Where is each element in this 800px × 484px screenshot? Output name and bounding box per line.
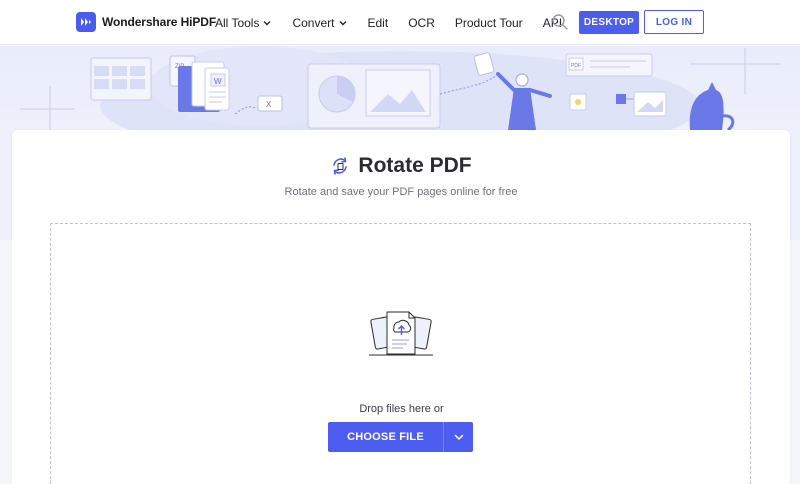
nav-convert[interactable]: Convert	[292, 16, 347, 30]
banner-illustration: ZIP W X	[20, 46, 780, 130]
top-header: Wondershare HiPDF All Tools Convert Edit…	[0, 0, 800, 45]
nav-convert-label: Convert	[292, 15, 335, 30]
chart-window-graphic	[307, 63, 441, 129]
tool-card: Rotate PDF Rotate and save your PDF page…	[12, 130, 790, 484]
page-title: Rotate PDF	[358, 154, 472, 177]
login-button[interactable]: LOG IN	[644, 10, 704, 34]
file-dropzone[interactable]: Drop files here or CHOOSE FILE	[50, 223, 751, 484]
nav-all-tools[interactable]: All Tools	[215, 16, 272, 30]
nav-edit-label: Edit	[367, 15, 389, 30]
nav-ocr-label: OCR	[408, 15, 435, 30]
desktop-button[interactable]: DESKTOP	[579, 11, 639, 34]
drop-files-text: Drop files here or	[359, 403, 444, 415]
hipdf-logo-icon	[76, 12, 96, 32]
word-label: W	[214, 77, 222, 86]
nav-product-tour-label: Product Tour	[454, 15, 523, 30]
nav-product-tour[interactable]: Product Tour	[455, 16, 523, 30]
hero-banner: ZIP W X	[0, 46, 800, 130]
nav-all-tools-label: All Tools	[215, 15, 260, 30]
pdf-label: PDF	[571, 63, 581, 69]
page-subtitle: Rotate and save your PDF pages online fo…	[284, 186, 518, 198]
excel-label: X	[266, 100, 272, 109]
nav-ocr[interactable]: OCR	[408, 16, 435, 30]
search-icon[interactable]	[551, 13, 569, 31]
grid-window-graphic	[90, 57, 152, 101]
title-row: Rotate PDF	[12, 154, 790, 178]
nav-edit[interactable]: Edit	[368, 16, 389, 30]
chevron-down-icon	[263, 20, 271, 25]
choose-file-button[interactable]: CHOOSE FILE	[328, 422, 443, 452]
chevron-down-icon	[454, 434, 463, 440]
chevron-down-icon	[339, 20, 346, 25]
choose-file-group: CHOOSE FILE	[328, 422, 473, 452]
hipdf-logo[interactable]: Wondershare HiPDF	[76, 12, 216, 32]
rotate-icon	[333, 157, 348, 175]
main-nav: All Tools Convert Edit OCR Product Tour …	[215, 0, 582, 45]
upload-file-icon	[369, 311, 433, 356]
cat-illustration	[689, 82, 735, 130]
logo-text: Wondershare HiPDF	[102, 15, 217, 29]
more-upload-options-button[interactable]	[443, 422, 473, 452]
